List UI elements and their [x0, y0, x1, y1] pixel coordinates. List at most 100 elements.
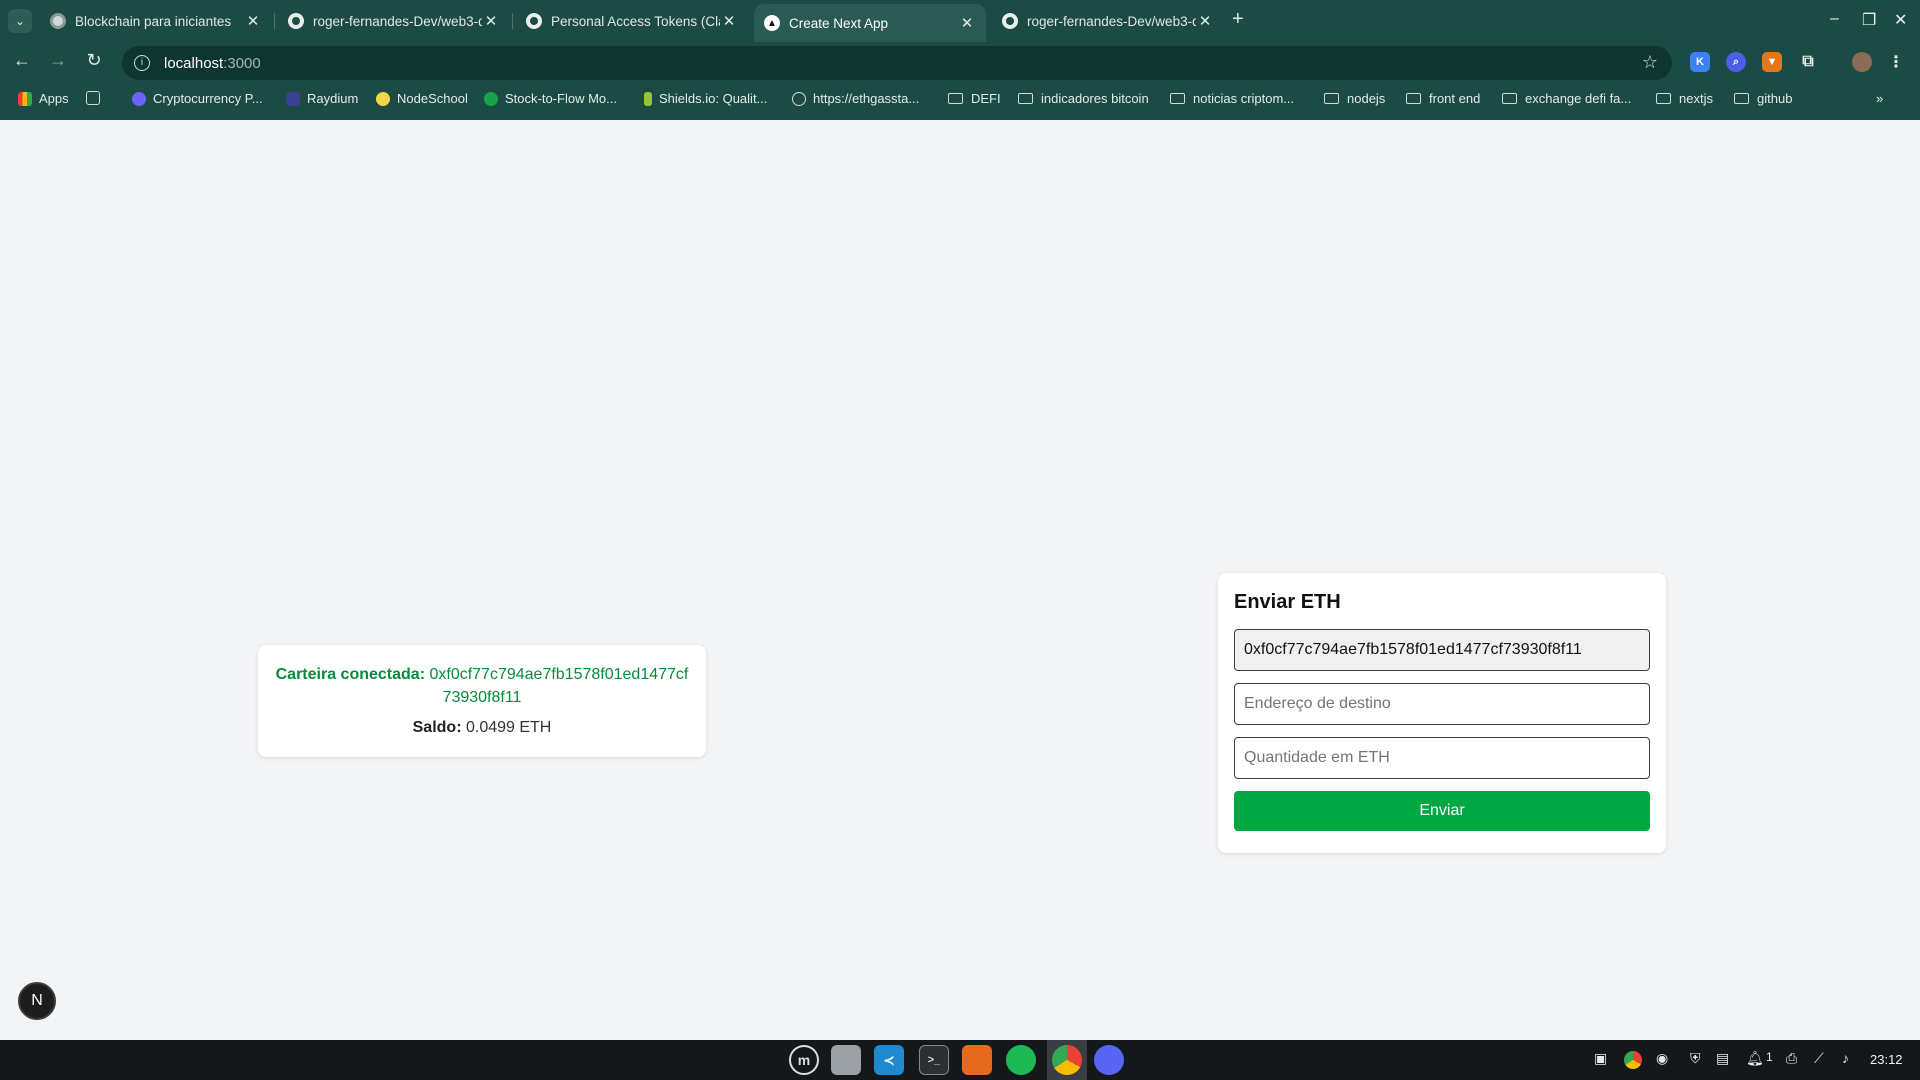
wallet-card: Carteira conectada: 0xf0cf77c794ae7fb157…	[258, 645, 706, 757]
spotify-icon[interactable]	[1006, 1045, 1036, 1075]
bookmark-folder-indicadores[interactable]: indicadores bitcoin	[1018, 91, 1149, 106]
extension-search-icon[interactable]: ⌕	[1726, 52, 1746, 72]
address-bar[interactable]: i localhost:3000 ☆	[122, 46, 1672, 80]
extension-k-icon[interactable]: K	[1690, 52, 1710, 72]
close-window-icon[interactable]: ✕	[1894, 10, 1907, 30]
menu-kebab-icon[interactable]: ⋮	[1886, 52, 1906, 72]
bookmark-label: exchange defi fa...	[1525, 91, 1632, 106]
tab-title: Personal Access Tokens (Clas	[551, 13, 720, 29]
from-address-field[interactable]	[1234, 629, 1650, 671]
bookmark-folder-front-end[interactable]: front end	[1406, 91, 1480, 106]
bookmark-grid[interactable]	[86, 91, 107, 105]
tray-chrome-icon[interactable]	[1624, 1051, 1642, 1069]
shields-icon	[644, 91, 652, 106]
close-icon[interactable]: ✕	[720, 12, 738, 30]
bookmark-folder-github[interactable]: github	[1734, 91, 1792, 106]
apps-grid-icon	[18, 91, 32, 106]
tab-search-icon[interactable]: ⌄	[8, 9, 32, 33]
folder-icon	[948, 93, 963, 104]
tab-github-web3[interactable]: roger-fernandes-Dev/web3-d ✕	[278, 4, 510, 38]
amount-eth-input[interactable]	[1234, 737, 1650, 779]
send-button[interactable]: Enviar	[1234, 791, 1650, 831]
bookmark-shields[interactable]: Shields.io: Qualit...	[644, 91, 767, 106]
tab-blockchain[interactable]: Blockchain para iniciantes ✕	[40, 4, 272, 38]
vscode-icon[interactable]: ≺	[874, 1045, 904, 1075]
bookmark-label: https://ethgassta...	[813, 91, 920, 106]
extensions-puzzle-icon[interactable]: ⧉	[1798, 52, 1818, 72]
folder-icon	[1324, 93, 1339, 104]
minimize-icon[interactable]: –	[1830, 10, 1839, 28]
discord-icon[interactable]	[1094, 1045, 1124, 1075]
close-icon[interactable]: ✕	[244, 12, 262, 30]
bookmark-ethgasstation[interactable]: https://ethgassta...	[792, 91, 919, 106]
bookmark-label: DEFI	[971, 91, 1001, 106]
new-tab-icon[interactable]: +	[1232, 8, 1244, 31]
globe-icon	[792, 91, 806, 106]
close-icon[interactable]: ✕	[482, 12, 500, 30]
github-icon	[1002, 13, 1018, 29]
tab-title: Blockchain para iniciantes	[75, 13, 232, 29]
bookmark-folder-exchange[interactable]: exchange defi fa...	[1502, 91, 1631, 106]
bookmark-apps[interactable]: Apps	[18, 91, 69, 106]
bookmark-label: Shields.io: Qualit...	[659, 91, 768, 106]
bookmark-folder-nodejs[interactable]: nodejs	[1324, 91, 1385, 106]
tab-title: roger-fernandes-Dev/web3-d	[1027, 13, 1196, 29]
raydium-icon	[286, 91, 300, 106]
tray-notification-icon[interactable]: 🔔︎	[1746, 1050, 1764, 1067]
bookmark-nodeschool[interactable]: NodeSchool	[376, 91, 468, 106]
chrome-icon[interactable]	[1052, 1045, 1082, 1075]
bookmark-folder-noticias[interactable]: noticias criptom...	[1170, 91, 1294, 106]
tray-shield-icon[interactable]: ⛨	[1690, 1050, 1701, 1067]
grid-icon	[86, 91, 100, 105]
taskbar-clock[interactable]: 23:12	[1870, 1052, 1903, 1067]
metamask-icon[interactable]: ▼	[1762, 52, 1782, 72]
bookmark-label: noticias criptom...	[1193, 91, 1295, 106]
file-manager-icon[interactable]	[831, 1045, 861, 1075]
notification-count: 1	[1766, 1050, 1773, 1064]
bookmark-label: Stock-to-Flow Mo...	[505, 91, 617, 106]
forward-icon[interactable]: →	[46, 50, 70, 71]
bookmark-label: front end	[1429, 91, 1481, 106]
tray-printer-icon[interactable]: ⎙	[1786, 1050, 1797, 1067]
close-icon[interactable]: ✕	[958, 14, 976, 32]
tray-calendar-icon[interactable]: ▣	[1594, 1050, 1607, 1067]
tab-github-web3-2[interactable]: roger-fernandes-Dev/web3-d ✕	[992, 4, 1224, 38]
tray-network-icon[interactable]: ⟋	[1814, 1050, 1824, 1067]
bookmark-label: github	[1757, 91, 1793, 106]
folder-icon	[1656, 93, 1671, 104]
bookmark-star-icon[interactable]: ☆	[1642, 52, 1658, 73]
profile-avatar[interactable]	[1852, 52, 1872, 72]
blockchain-favicon-icon	[50, 13, 66, 29]
bookmark-label: Apps	[39, 91, 69, 106]
bookmark-label: Cryptocurrency P...	[153, 91, 263, 106]
tab-create-next-app[interactable]: ▲ Create Next App ✕	[754, 4, 986, 42]
bookmark-label: indicadores bitcoin	[1041, 91, 1149, 106]
bookmark-cryptocurrency[interactable]: Cryptocurrency P...	[132, 91, 263, 106]
tray-discord-icon[interactable]: ◉	[1656, 1050, 1668, 1067]
wallet-connected-line: Carteira conectada: 0xf0cf77c794ae7fb157…	[258, 663, 706, 709]
bookmarks-overflow-icon[interactable]: »	[1876, 91, 1883, 106]
back-icon[interactable]: ←	[10, 50, 34, 71]
bookmark-stock-to-flow[interactable]: Stock-to-Flow Mo...	[484, 91, 617, 106]
close-icon[interactable]: ✕	[1196, 12, 1214, 30]
bookmark-raydium[interactable]: Raydium	[286, 91, 358, 106]
destination-address-input[interactable]	[1234, 683, 1650, 725]
tray-clipboard-icon[interactable]: ▤	[1716, 1050, 1729, 1067]
restore-icon[interactable]: ❐	[1862, 10, 1876, 30]
wallet-address: 0xf0cf77c794ae7fb1578f01ed1477cf73930f8f…	[429, 666, 689, 706]
send-title: Enviar ETH	[1234, 591, 1341, 613]
terminal-icon[interactable]: >_	[919, 1045, 949, 1075]
firefox-icon[interactable]	[962, 1045, 992, 1075]
mint-menu-icon[interactable]: m	[789, 1045, 819, 1075]
tab-title: roger-fernandes-Dev/web3-d	[313, 13, 482, 29]
tab-strip: ⌄ Blockchain para iniciantes ✕ roger-fer…	[0, 0, 1920, 42]
bookmark-folder-defi[interactable]: DEFI	[948, 91, 1001, 106]
site-info-icon[interactable]: i	[134, 55, 150, 71]
bookmark-label: Raydium	[307, 91, 359, 106]
bookmark-folder-nextjs[interactable]: nextjs	[1656, 91, 1713, 106]
tab-personal-access-tokens[interactable]: Personal Access Tokens (Clas ✕	[516, 4, 748, 38]
reload-icon[interactable]: ↻	[82, 50, 106, 71]
coinmarketcap-icon	[132, 91, 146, 106]
tray-sound-icon[interactable]: ♪	[1842, 1050, 1849, 1066]
next-dev-indicator[interactable]: N	[18, 982, 56, 1020]
